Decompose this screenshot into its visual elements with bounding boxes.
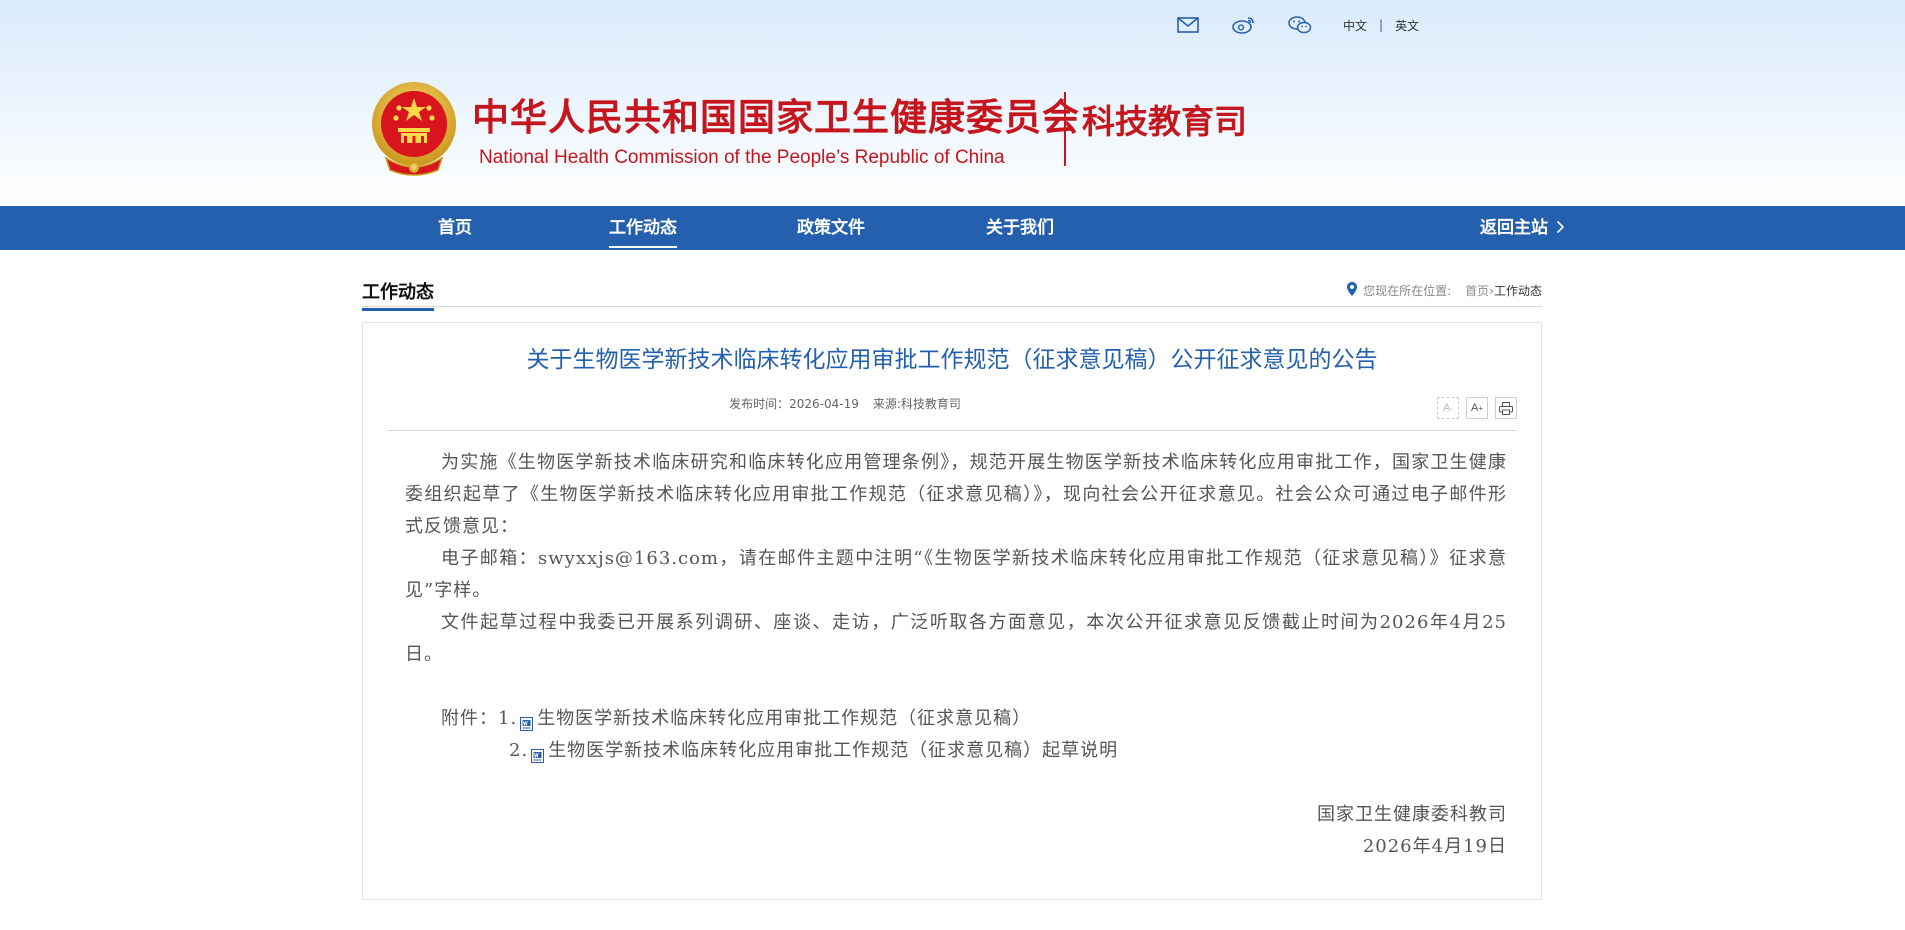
font-decrease-label: A — [1442, 402, 1451, 414]
nav-item-about-us[interactable]: 关于我们 — [986, 206, 1054, 250]
body-paragraph-2: 电子邮箱：swyxxjs@163.com，请在邮件主题中注明“《生物医学新技术临… — [405, 548, 1507, 601]
signature-organization: 国家卫生健康委科教司 — [1317, 804, 1507, 825]
chevron-right-icon — [1556, 206, 1565, 250]
site-title-english: National Health Commission of the People… — [479, 147, 1005, 168]
attachment-number: 1. — [498, 708, 518, 729]
top-utility-bar: 中文 | 英文 — [1175, 14, 1419, 36]
article-meta: 发布时间：2026-04-19 来源:科技教育司 — [363, 395, 1327, 412]
signature-date: 2026年4月19日 — [1362, 836, 1507, 857]
wechat-icon[interactable] — [1287, 15, 1313, 35]
nav-item-work-news[interactable]: 工作动态 — [609, 206, 677, 250]
attachment-link[interactable]: 生物医学新技术临床转化应用审批工作规范（征求意见稿） — [537, 703, 1031, 735]
article-container: 关于生物医学新技术临床转化应用审批工作规范（征求意见稿）公开征求意见的公告 发布… — [362, 322, 1542, 900]
breadcrumb-prefix: 您现在所在位置: — [1363, 284, 1452, 298]
return-main-site-label: 返回主站 — [1480, 218, 1548, 238]
publish-date-label: 发布时间： — [729, 397, 790, 411]
publish-date: 2026-04-19 — [789, 397, 859, 411]
article-body: 为实施《生物医学新技术临床研究和临床转化应用管理条例》，规范开展生物医学新技术临… — [405, 447, 1507, 863]
title-divider — [1064, 92, 1066, 166]
breadcrumb-home-link[interactable]: 首页 — [1465, 282, 1489, 299]
font-increase-button[interactable]: A + — [1466, 397, 1488, 419]
signature-block: 国家卫生健康委科教司 2026年4月19日 — [405, 799, 1507, 863]
body-paragraph-3: 文件起草过程中我委已开展系列调研、座谈、走访，广泛听取各方面意见，本次公开征求意… — [405, 612, 1507, 665]
section-title: 工作动态 — [362, 278, 434, 311]
body-paragraph-1: 为实施《生物医学新技术临床研究和临床转化应用管理条例》，规范开展生物医学新技术临… — [405, 452, 1507, 537]
site-header: 中文 | 英文 中华人民共和国国家卫生健康委员会 National Health… — [0, 0, 1905, 206]
word-document-icon — [519, 711, 535, 731]
lang-chinese-link[interactable]: 中文 — [1343, 17, 1367, 34]
source-label: 来源: — [872, 397, 901, 411]
weibo-icon[interactable] — [1231, 15, 1257, 35]
return-main-site-link[interactable]: 返回主站 — [1480, 206, 1565, 250]
site-title-chinese: 中华人民共和国国家卫生健康委员会 — [472, 96, 1080, 139]
mail-icon[interactable] — [1175, 15, 1201, 35]
source-value: 科技教育司 — [900, 397, 961, 411]
main-navigation: 首页 工作动态 政策文件 关于我们 返回主站 — [0, 206, 1905, 250]
print-icon — [1499, 401, 1513, 415]
attachments-block: 附件： 1. 生物医学新技术临床转化应用审批工作规范（征求意见稿） 2. 生物医… — [405, 703, 1507, 767]
national-emblem-logo[interactable] — [368, 80, 460, 180]
attachment-row: 2. 生物医学新技术临床转化应用审批工作规范（征求意见稿）起草说明 — [405, 735, 1507, 767]
font-decrease-button[interactable]: A- — [1437, 397, 1459, 419]
article-tools: A- A + — [1430, 397, 1517, 419]
department-name: 科技教育司 — [1082, 102, 1247, 141]
nav-item-home[interactable]: 首页 — [438, 206, 472, 250]
attachment-link[interactable]: 生物医学新技术临床转化应用审批工作规范（征求意见稿）起草说明 — [548, 735, 1118, 767]
lang-english-link[interactable]: 英文 — [1395, 17, 1419, 34]
section-header: 工作动态 您现在所在位置: 首页 › 工作动态 — [362, 274, 1542, 311]
article-divider — [387, 430, 1517, 431]
lang-separator: | — [1379, 18, 1384, 32]
print-button[interactable] — [1495, 397, 1517, 419]
attachments-label: 附件： — [441, 708, 498, 729]
article-title: 关于生物医学新技术临床转化应用审批工作规范（征求意见稿）公开征求意见的公告 — [526, 347, 1378, 373]
nav-item-policy-docs[interactable]: 政策文件 — [797, 206, 865, 250]
attachment-row: 附件： 1. 生物医学新技术临床转化应用审批工作规范（征求意见稿） — [405, 703, 1507, 735]
font-increase-label: A — [1470, 402, 1479, 414]
word-document-icon — [530, 743, 546, 763]
attachment-number: 2. — [509, 740, 529, 761]
breadcrumb: 您现在所在位置: 首页 › 工作动态 — [1347, 282, 1542, 299]
location-pin-icon — [1347, 282, 1358, 299]
breadcrumb-current: 工作动态 — [1493, 284, 1542, 298]
